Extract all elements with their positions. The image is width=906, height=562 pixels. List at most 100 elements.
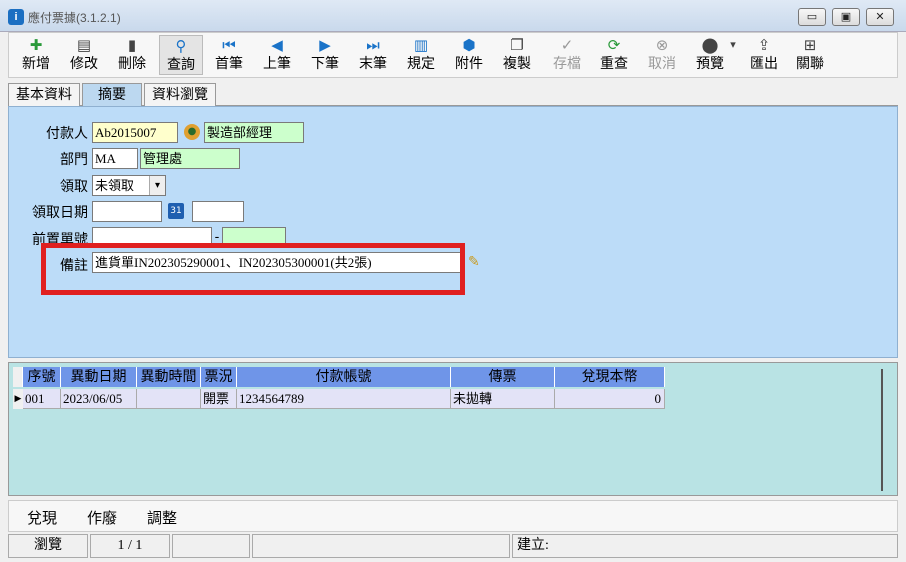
new-button[interactable]: ✚ 新增 [15, 35, 57, 75]
cell-status[interactable]: 開票 [201, 389, 237, 409]
col-header-status[interactable]: 票況 [201, 367, 237, 387]
save-button[interactable]: ✓ 存檔 [544, 35, 590, 75]
col-header-change-date[interactable]: 異動日期 [61, 367, 137, 387]
status-record-count: 1 / 1 [90, 534, 170, 558]
grid-corner [13, 367, 23, 387]
cancel-button[interactable]: ⊗ 取消 [641, 35, 683, 75]
cell-change-date[interactable]: 2023/06/05 [61, 389, 137, 409]
pencil-icon[interactable]: ✎ [468, 254, 480, 270]
redeem-button[interactable]: 兌現 [27, 507, 57, 528]
cell-change-time[interactable] [137, 389, 201, 409]
void-button[interactable]: 作廢 [87, 507, 117, 528]
tab-basic-info[interactable]: 基本資料 [8, 83, 80, 106]
toolbar: ✚ 新增 ▤ 修改 ▮ 刪除 ⚲ 查詢 ⏮ 首筆 ◀ 上筆 ▶ 下筆 ⏭ 末筆 … [8, 32, 898, 78]
cell-account[interactable]: 1234564789 [237, 389, 451, 409]
preview-label: 預覽 [696, 56, 724, 72]
last-record-icon: ⏭ [366, 36, 380, 54]
cell-voucher[interactable]: 未拋轉 [451, 389, 555, 409]
receive-time-field[interactable] [192, 201, 244, 222]
relation-label: 關聯 [796, 56, 824, 72]
payer-code-field[interactable]: Ab2015007 [92, 122, 178, 143]
col-header-account[interactable]: 付款帳號 [237, 367, 451, 387]
refresh-icon: ⟳ [607, 36, 621, 54]
window-title: 應付票據(3.1.2.1) [28, 11, 121, 25]
prev-record-label: 上筆 [263, 56, 291, 72]
preview-button[interactable]: ⬤ 預覽 [689, 35, 731, 75]
export-button[interactable]: ⇪ 匯出 [743, 35, 785, 75]
tab-summary[interactable]: 摘要 [82, 83, 142, 107]
export-icon: ⇪ [757, 36, 771, 54]
action-bar: 兌現 作廢 調整 [8, 500, 898, 532]
col-header-voucher[interactable]: 傳票 [451, 367, 555, 387]
edit-button[interactable]: ▤ 修改 [63, 35, 105, 75]
status-created: 建立: [512, 534, 898, 558]
cancel-label: 取消 [648, 56, 676, 72]
status-bar: 瀏覽 1 / 1 建立: [8, 534, 898, 558]
highlight-annotation [41, 243, 465, 295]
receive-label: 領取 [60, 179, 88, 195]
new-doc-icon: ✚ [29, 36, 43, 54]
attachment-button[interactable]: ⬢ 附件 [448, 35, 490, 75]
minimize-button[interactable]: ▭ [798, 8, 826, 26]
calendar-icon[interactable]: 31 [168, 203, 184, 219]
attachment-label: 附件 [455, 56, 483, 72]
chevron-down-icon[interactable]: ▾ [149, 176, 165, 195]
status-mode: 瀏覽 [8, 534, 88, 558]
first-record-button[interactable]: ⏮ 首筆 [208, 35, 250, 75]
next-record-label: 下筆 [311, 56, 339, 72]
relation-button[interactable]: ⊞ 關聯 [789, 35, 831, 75]
close-button[interactable]: ✕ [866, 8, 894, 26]
col-header-amount[interactable]: 兌現本幣 [555, 367, 665, 387]
payer-name-field: 製造部經理 [204, 122, 304, 143]
receive-date-field[interactable] [92, 201, 162, 222]
tab-data-browse[interactable]: 資料瀏覽 [144, 83, 216, 106]
history-grid: 序號 異動日期 異動時間 票況 付款帳號 傳票 兌現本幣 ▶ 001 2023/… [8, 362, 898, 496]
col-header-seq[interactable]: 序號 [23, 367, 61, 387]
edit-icon: ▤ [76, 36, 92, 54]
preview-dropdown[interactable]: ▾ [727, 35, 739, 75]
requery-label: 重查 [600, 56, 628, 72]
grid-scrollbar[interactable] [881, 369, 891, 491]
next-record-button[interactable]: ▶ 下筆 [304, 35, 346, 75]
query-button[interactable]: ⚲ 查詢 [159, 35, 203, 75]
prev-record-icon: ◀ [271, 36, 283, 54]
lookup-people-icon[interactable]: ● [184, 124, 200, 140]
dept-label: 部門 [60, 152, 88, 168]
first-record-icon: ⏮ [222, 36, 236, 54]
copy-button[interactable]: ❐ 複製 [496, 35, 538, 75]
cell-amount[interactable]: 0 [555, 389, 665, 409]
search-icon: ⚲ [175, 37, 187, 55]
copy-icon: ❐ [510, 36, 524, 54]
trash-icon: ▮ [127, 36, 137, 54]
new-label: 新增 [22, 56, 50, 72]
next-record-icon: ▶ [319, 36, 331, 54]
book-icon: ▥ [413, 36, 429, 54]
dept-code-field[interactable]: MA [92, 148, 138, 169]
attachment-icon: ⬢ [462, 36, 476, 54]
query-label: 查詢 [167, 57, 195, 73]
tab-strip: 基本資料 摘要 資料瀏覽 [8, 82, 898, 107]
maximize-button[interactable]: ▣ [832, 8, 860, 26]
status-pane-3 [172, 534, 250, 558]
payer-label: 付款人 [46, 126, 88, 142]
requery-button[interactable]: ⟳ 重查 [593, 35, 635, 75]
edit-label: 修改 [70, 56, 98, 72]
export-label: 匯出 [750, 56, 778, 72]
last-record-button[interactable]: ⏭ 末筆 [352, 35, 394, 75]
receive-select-value: 未領取 [95, 178, 135, 193]
preview-icon: ⬤ [701, 36, 719, 54]
delete-button[interactable]: ▮ 刪除 [111, 35, 153, 75]
copy-label: 複製 [503, 56, 531, 72]
receive-select[interactable]: 未領取 ▾ [92, 175, 166, 196]
cell-seq[interactable]: 001 [23, 389, 61, 409]
rules-label: 規定 [407, 56, 435, 72]
row-pointer-icon: ▶ [13, 389, 23, 409]
prev-record-button[interactable]: ◀ 上筆 [256, 35, 298, 75]
chevron-down-icon: ▾ [730, 38, 736, 51]
col-header-change-time[interactable]: 異動時間 [137, 367, 201, 387]
dept-name-field: 管理處 [140, 148, 240, 169]
rules-button[interactable]: ▥ 規定 [400, 35, 442, 75]
adjust-button[interactable]: 調整 [147, 507, 177, 528]
receive-date-label: 領取日期 [32, 205, 88, 221]
save-icon: ✓ [560, 36, 574, 54]
